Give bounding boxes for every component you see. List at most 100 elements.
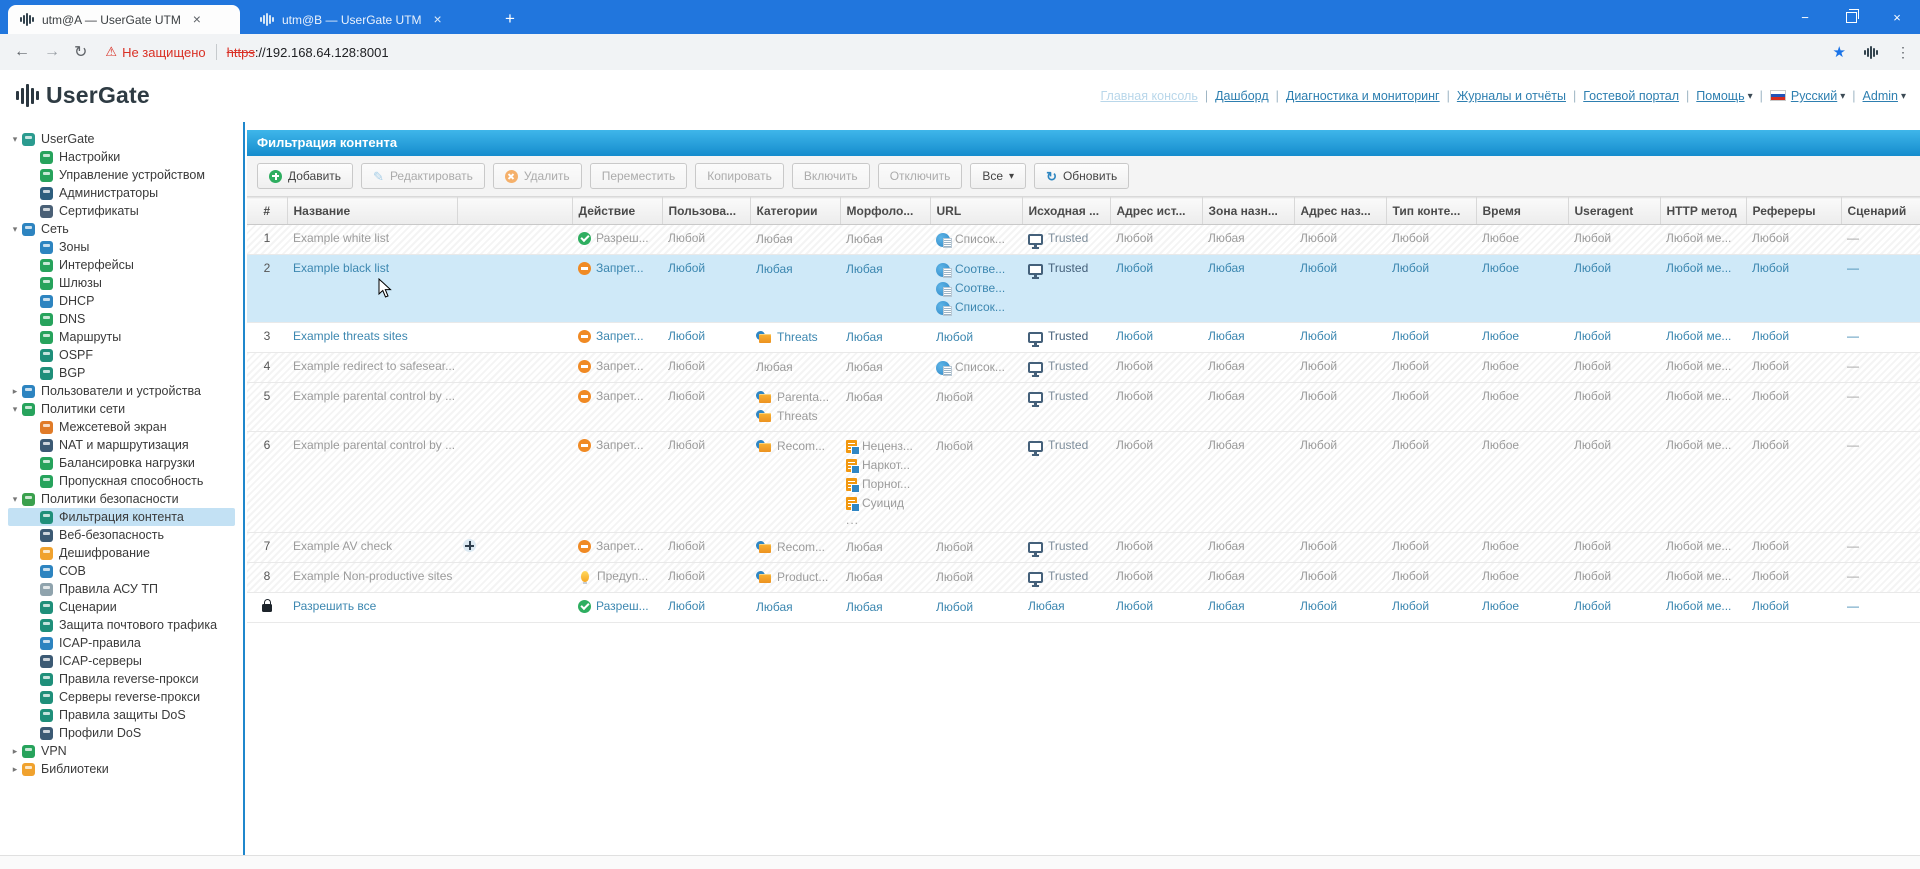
sidebar-item-пропускная-способность[interactable]: Пропускная способность [8,472,235,490]
column-header-1[interactable]: # [247,198,287,225]
sidebar-item-политики-сети[interactable]: ▾Политики сети [8,400,235,418]
table-row[interactable]: 8Example Non-productive sitesПредуп...Лю… [247,563,1920,593]
sidebar-item-правила-защиты-dos[interactable]: Правила защиты DoS [8,706,235,724]
sidebar-item-icap-серверы[interactable]: ICAP-серверы [8,652,235,670]
sidebar-item-фильтрация-контента[interactable]: Фильтрация контента [8,508,235,526]
window-close-icon[interactable]: × [1874,0,1920,34]
sidebar-item-зоны[interactable]: Зоны [8,238,235,256]
sidebar-item-usergate[interactable]: ▾UserGate [8,130,235,148]
sidebar-item-сов[interactable]: СОВ [8,562,235,580]
rule-name[interactable]: Example parental control by ... [287,432,457,533]
header-link-2[interactable]: Дашборд [1215,89,1269,103]
window-restore-icon[interactable] [1828,0,1874,34]
tab-close-icon[interactable]: × [189,12,205,28]
sidebar-item-сертификаты[interactable]: Сертификаты [8,202,235,220]
sidebar-item-маршруты[interactable]: Маршруты [8,328,235,346]
rule-name[interactable]: Example black list [287,255,457,323]
sidebar-item-администраторы[interactable]: Администраторы [8,184,235,202]
refresh-button[interactable]: ↻Обновить [1034,163,1129,189]
header-link-3[interactable]: Диагностика и мониторинг [1286,89,1440,103]
browser-menu-icon[interactable]: ⋮ [1896,44,1910,61]
column-header-16[interactable]: HTTP метод [1660,198,1746,225]
forward-icon[interactable]: → [44,43,60,61]
security-warning-label[interactable]: Не защищено [122,45,206,60]
security-warning-icon[interactable]: ⚠ [105,44,117,60]
chevron-down-icon[interactable]: ▾ [8,224,22,235]
new-tab-button[interactable]: + [498,8,522,32]
column-header-12[interactable]: Адрес наз... [1294,198,1386,225]
rule-name[interactable]: Разрешить все [287,593,457,623]
sidebar-item-межсетевой-экран[interactable]: Межсетевой экран [8,418,235,436]
window-minimize-icon[interactable]: − [1782,0,1828,34]
table-row[interactable]: 2Example black listЗапрет...ЛюбойЛюбаяЛю… [247,255,1920,323]
sidebar-item-правила-reverse-прокси[interactable]: Правила reverse-прокси [8,670,235,688]
sidebar-item-icap-правила[interactable]: ICAP-правила [8,634,235,652]
column-header-9[interactable]: Исходная ... [1022,198,1110,225]
filter-dropdown[interactable]: Все▾ [970,163,1026,189]
column-header-8[interactable]: URL [930,198,1022,225]
column-header-11[interactable]: Зона назн... [1202,198,1294,225]
sidebar-item-dhcp[interactable]: DHCP [8,292,235,310]
header-link-5[interactable]: Гостевой портал [1583,89,1679,103]
address-bar[interactable]: ⚠ Не защищено https ://192.168.64.128:80… [105,44,388,60]
header-link-1[interactable]: Главная консоль [1100,89,1197,103]
sidebar-item-дешифрование[interactable]: Дешифрование [8,544,235,562]
sidebar-item-шлюзы[interactable]: Шлюзы [8,274,235,292]
column-header-10[interactable]: Адрес ист... [1110,198,1202,225]
extension-icon[interactable] [1864,46,1878,59]
sidebar-item-ospf[interactable]: OSPF [8,346,235,364]
browser-tab[interactable]: utm@A — UserGate UTM× [8,5,240,34]
rule-name[interactable]: Example redirect to safesear... [287,353,457,383]
add-button[interactable]: Добавить [257,163,353,189]
sidebar-item-nat-и-маршрутизация[interactable]: NAT и маршрутизация [8,436,235,454]
column-header-13[interactable]: Тип конте... [1386,198,1476,225]
column-header-18[interactable]: Сценарий [1841,198,1920,225]
sidebar-item-сценарии[interactable]: Сценарии [8,598,235,616]
tab-close-icon[interactable]: × [430,12,446,28]
sidebar-item-серверы-reverse-прокси[interactable]: Серверы reverse-прокси [8,688,235,706]
header-link-8[interactable]: Admin [1863,89,1898,103]
sidebar-item-профили-dos[interactable]: Профили DoS [8,724,235,742]
browser-tab[interactable]: utm@B — UserGate UTM× [248,5,480,34]
sidebar-item-интерфейсы[interactable]: Интерфейсы [8,256,235,274]
column-header-17[interactable]: Рефереры [1746,198,1841,225]
sidebar-item-bgp[interactable]: BGP [8,364,235,382]
chevron-right-icon[interactable]: ▸ [8,386,22,397]
chevron-down-icon[interactable]: ▾ [8,404,22,415]
sidebar-item-веб-безопасность[interactable]: Веб-безопасность [8,526,235,544]
sidebar-item-балансировка-нагрузки[interactable]: Балансировка нагрузки [8,454,235,472]
chevron-right-icon[interactable]: ▸ [8,764,22,775]
sidebar-item-защита-почтового-трафика[interactable]: Защита почтового трафика [8,616,235,634]
table-row[interactable]: 7Example AV checkЗапрет...ЛюбойRecom...Л… [247,533,1920,563]
rule-name[interactable]: Example white list [287,225,457,255]
sidebar-item-сеть[interactable]: ▾Сеть [8,220,235,238]
sidebar-item-настройки[interactable]: Настройки [8,148,235,166]
rule-name[interactable]: Example AV check [287,533,457,563]
sidebar-item-vpn[interactable]: ▸VPN [8,742,235,760]
chevron-down-icon[interactable]: ▾ [8,494,22,505]
sidebar-item-библиотеки[interactable]: ▸Библиотеки [8,760,235,778]
table-row[interactable]: 5Example parental control by ...Запрет..… [247,383,1920,432]
column-header-3[interactable] [457,198,572,225]
table-row[interactable]: 3Example threats sitesЗапрет...ЛюбойThre… [247,323,1920,353]
reload-icon[interactable]: ↻ [74,42,87,62]
header-link-7[interactable]: Русский [1770,89,1837,103]
header-link-4[interactable]: Журналы и отчёты [1457,89,1566,103]
table-row[interactable]: 4Example redirect to safesear...Запрет..… [247,353,1920,383]
sidebar-item-dns[interactable]: DNS [8,310,235,328]
sidebar-item-управление-устройством[interactable]: Управление устройством [8,166,235,184]
column-header-14[interactable]: Время [1476,198,1568,225]
table-row[interactable]: 1Example white listРазреш...ЛюбойЛюбаяЛю… [247,225,1920,255]
sidebar-item-политики-безопасности[interactable]: ▾Политики безопасности [8,490,235,508]
table-row[interactable]: Разрешить всеРазреш...ЛюбойЛюбаяЛюбаяЛюб… [247,593,1920,623]
sidebar-item-правила-асу-тп[interactable]: Правила АСУ ТП [8,580,235,598]
table-row[interactable]: 6Example parental control by ...Запрет..… [247,432,1920,533]
chevron-down-icon[interactable]: ▾ [8,134,22,145]
column-header-6[interactable]: Категории [750,198,840,225]
rule-name[interactable]: Example Non-productive sites [287,563,457,593]
column-header-4[interactable]: Действие [572,198,662,225]
column-header-2[interactable]: Название [287,198,457,225]
column-header-7[interactable]: Морфоло... [840,198,930,225]
back-icon[interactable]: ← [14,43,30,61]
sidebar-item-пользователи-и-устройства[interactable]: ▸Пользователи и устройства [8,382,235,400]
